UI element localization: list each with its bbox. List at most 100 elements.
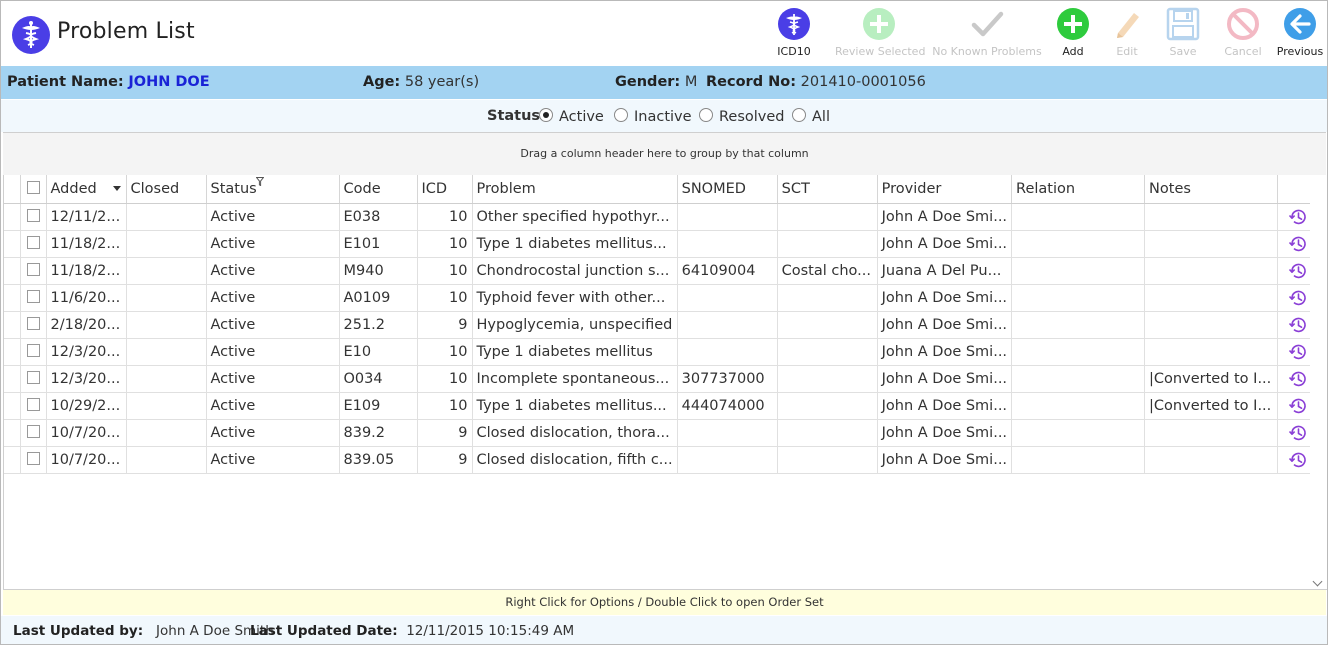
row-checkbox[interactable] xyxy=(20,338,47,366)
cell-code: E038 xyxy=(339,203,418,231)
cell-status: Active xyxy=(206,446,340,474)
row-checkbox[interactable] xyxy=(20,365,47,393)
table-row[interactable]: 12/3/20... Active O034 10 Incomplete spontan… xyxy=(4,365,1319,393)
table-row[interactable]: 12/11/2... Active E038 10 Other specified hy… xyxy=(4,203,1319,231)
history-icon[interactable] xyxy=(1288,315,1308,335)
cell-relation xyxy=(1011,419,1146,447)
cell-status: Active xyxy=(206,311,340,339)
row-indicator xyxy=(4,230,21,258)
previous-button[interactable]: Previous xyxy=(1275,7,1325,63)
history-icon[interactable] xyxy=(1288,288,1308,308)
icd10-button[interactable]: ICD10 xyxy=(773,7,815,63)
col-header-relation[interactable]: Relation xyxy=(1011,175,1146,204)
filter-icon[interactable] xyxy=(255,177,264,186)
col-header-problem[interactable]: Problem xyxy=(472,175,678,204)
history-icon[interactable] xyxy=(1288,450,1308,470)
no-entry-icon xyxy=(1227,8,1259,40)
row-checkbox[interactable] xyxy=(20,446,47,474)
record-label: Record No: xyxy=(706,74,797,90)
cell-relation xyxy=(1011,311,1146,339)
history-icon[interactable] xyxy=(1288,369,1308,389)
record-field: Record No: 201410-0001056 xyxy=(706,74,926,90)
last-updated-by-label: Last Updated by: xyxy=(13,623,144,639)
status-radio-active[interactable]: Active xyxy=(539,108,604,125)
col-header-code[interactable]: Code xyxy=(339,175,418,204)
vertical-scrollbar[interactable] xyxy=(1310,175,1327,589)
col-header-provider[interactable]: Provider xyxy=(877,175,1013,204)
cell-status: Active xyxy=(206,230,340,258)
cell-snomed: 307737000 xyxy=(677,365,778,393)
caduceus-icon xyxy=(778,8,810,40)
cell-problem: Closed dislocation, thora... xyxy=(472,419,678,447)
checkbox-icon xyxy=(26,398,40,411)
problem-table: Added Closed Status Code ICD Problem SNO… xyxy=(4,175,1319,474)
cell-provider: John A Doe Smi... xyxy=(877,230,1013,258)
table-row[interactable]: 10/29/2... Active E109 10 Type 1 diabetes me… xyxy=(4,392,1319,420)
table-row[interactable]: 11/18/2... Active E101 10 Type 1 diabetes me… xyxy=(4,230,1319,258)
status-radio-inactive[interactable]: Inactive xyxy=(614,108,692,125)
cancel-button[interactable]: Cancel xyxy=(1223,7,1263,63)
no-known-problems-label: No Known Problems xyxy=(932,45,1042,58)
cell-status: Active xyxy=(206,392,340,420)
row-checkbox[interactable] xyxy=(20,419,47,447)
row-checkbox[interactable] xyxy=(20,392,47,420)
history-icon[interactable] xyxy=(1288,234,1308,254)
cell-snomed xyxy=(677,230,778,258)
patient-name-field: Patient Name: JOHN DOE xyxy=(7,74,210,90)
table-row[interactable]: 11/18/2... Active M940 10 Chondrocostal junc… xyxy=(4,257,1319,285)
col-header-icd[interactable]: ICD xyxy=(417,175,473,204)
history-icon[interactable] xyxy=(1288,396,1308,416)
cell-problem: Type 1 diabetes mellitus xyxy=(472,338,678,366)
col-header-status[interactable]: Status xyxy=(206,175,340,204)
history-icon[interactable] xyxy=(1288,207,1308,227)
edit-button[interactable]: Edit xyxy=(1107,7,1147,63)
status-radio-resolved[interactable]: Resolved xyxy=(699,108,785,125)
cell-relation xyxy=(1011,392,1146,420)
no-known-problems-button[interactable]: No Known Problems xyxy=(931,7,1043,63)
table-row[interactable]: 11/6/20... Active A0109 10 Typhoid fever wit… xyxy=(4,284,1319,312)
gender-value: M xyxy=(684,74,698,90)
row-checkbox[interactable] xyxy=(20,230,47,258)
col-header-notes[interactable]: Notes xyxy=(1144,175,1279,204)
cell-status: Active xyxy=(206,284,340,312)
save-button[interactable]: Save xyxy=(1163,7,1203,63)
cell-added: 10/7/20... xyxy=(46,419,127,447)
group-by-panel[interactable]: Drag a column header here to group by th… xyxy=(3,132,1326,176)
cell-closed xyxy=(126,203,207,231)
history-icon[interactable] xyxy=(1288,342,1308,362)
cell-code: 839.2 xyxy=(339,419,418,447)
add-button[interactable]: Add xyxy=(1053,7,1093,63)
row-indicator xyxy=(4,203,21,231)
cell-notes xyxy=(1144,230,1279,258)
row-indicator xyxy=(4,338,21,366)
history-icon[interactable] xyxy=(1288,261,1308,281)
patient-info-bar: Patient Name: JOHN DOE Age: 58 year(s) G… xyxy=(1,66,1327,99)
scroll-down-icon[interactable] xyxy=(1312,576,1323,587)
cell-sct xyxy=(777,365,878,393)
table-row[interactable]: 10/7/20... Active 839.2 9 Closed dislocation… xyxy=(4,419,1319,447)
table-row[interactable]: 2/18/20... Active 251.2 9 Hypoglycemia, unsp… xyxy=(4,311,1319,339)
row-checkbox[interactable] xyxy=(20,311,47,339)
cell-problem: Type 1 diabetes mellitus... xyxy=(472,230,678,258)
gender-field: Gender: M xyxy=(615,74,697,90)
age-field: Age: 58 year(s) xyxy=(363,74,479,90)
hint-bar: Right Click for Options / Double Click t… xyxy=(3,590,1326,615)
cell-relation xyxy=(1011,338,1146,366)
review-selected-button[interactable]: Review Selected xyxy=(835,7,925,63)
status-radio-all[interactable]: All xyxy=(792,108,830,125)
select-all-checkbox[interactable] xyxy=(20,175,47,204)
history-icon[interactable] xyxy=(1288,423,1308,443)
col-header-closed[interactable]: Closed xyxy=(126,175,207,204)
row-indicator xyxy=(4,446,21,474)
col-header-snomed[interactable]: SNOMED xyxy=(677,175,778,204)
table-row[interactable]: 10/7/20... Active 839.05 9 Closed dislocatio… xyxy=(4,446,1319,474)
table-row[interactable]: 12/3/20... Active E10 10 Type 1 diabetes mel… xyxy=(4,338,1319,366)
row-checkbox[interactable] xyxy=(20,203,47,231)
row-checkbox[interactable] xyxy=(20,284,47,312)
cell-relation xyxy=(1011,203,1146,231)
page-title: Problem List xyxy=(57,19,195,44)
row-checkbox[interactable] xyxy=(20,257,47,285)
col-header-sct[interactable]: SCT xyxy=(777,175,878,204)
previous-label: Previous xyxy=(1276,45,1324,58)
col-header-added[interactable]: Added xyxy=(46,175,127,204)
